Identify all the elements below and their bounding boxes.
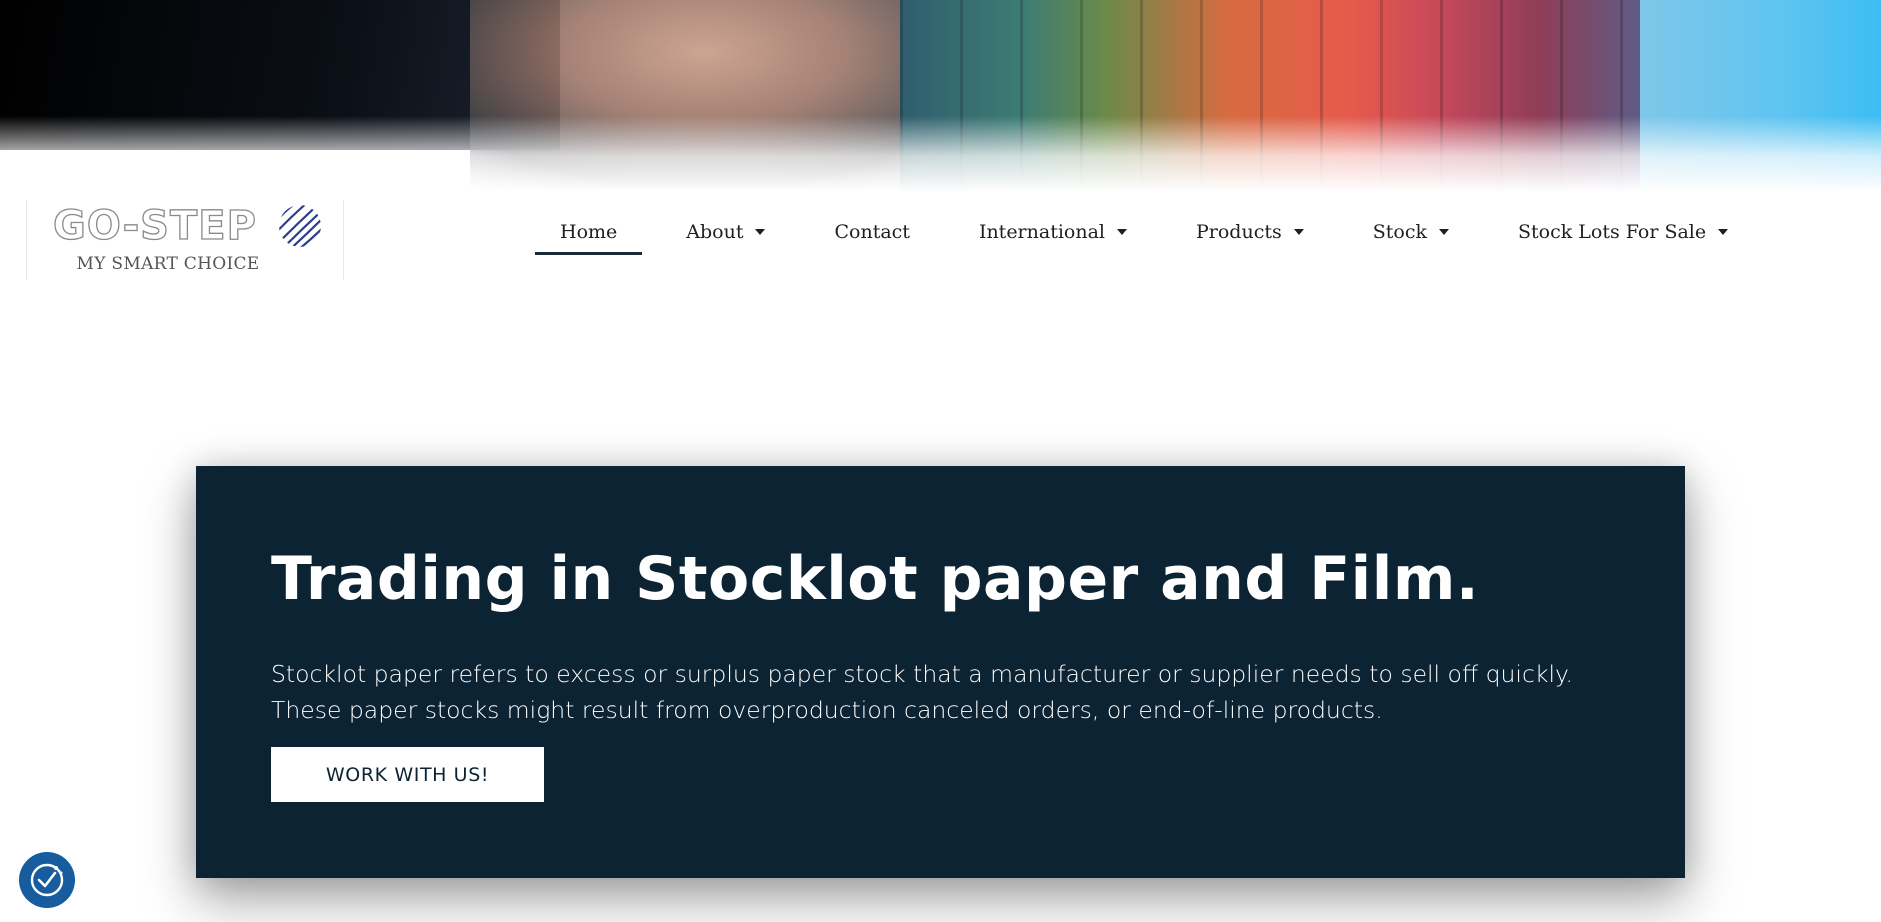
card-title: Trading in Stocklot paper and Film.	[271, 544, 1480, 614]
logo-mark: GO-STEP	[52, 202, 257, 249]
card-description-line: These paper stocks might result from ove…	[271, 696, 1383, 724]
caret-down-icon	[755, 229, 766, 235]
nav-item-label: International	[978, 221, 1105, 243]
caret-down-icon	[1438, 229, 1449, 235]
nav-item-label: Stock Lots For Sale	[1517, 221, 1707, 243]
nav-item-stock-lots-for-sale[interactable]: Stock Lots For Sale	[1493, 207, 1753, 257]
nav-item-contact[interactable]: Contact	[809, 207, 934, 257]
cookie-consent-icon	[30, 863, 64, 897]
hero-fade-overlay	[0, 0, 1881, 200]
card-description-line: Stocklot paper refers to excess or surpl…	[271, 660, 1574, 688]
nav-item-international[interactable]: International	[954, 207, 1152, 257]
nav-item-stock[interactable]: Stock	[1348, 207, 1474, 257]
nav-item-about[interactable]: About	[661, 207, 790, 257]
main-navigation: Home About Contact International Product…	[535, 207, 1753, 257]
card-description: Stocklot paper refers to excess or surpl…	[271, 656, 1611, 728]
site-logo[interactable]: GO-STEP MY SMART CHOICE	[26, 200, 344, 280]
logo-tagline: MY SMART CHOICE	[76, 254, 260, 274]
nav-item-home[interactable]: Home	[535, 207, 643, 257]
work-with-us-button[interactable]: WORK WITH US!	[271, 747, 544, 802]
caret-down-icon	[1293, 229, 1304, 235]
nav-item-label: About	[686, 221, 744, 243]
nav-item-label: Stock	[1372, 221, 1427, 243]
nav-item-label: Contact	[834, 221, 910, 243]
globe-stripes-icon	[279, 205, 321, 247]
cookie-consent-button[interactable]	[19, 852, 75, 908]
hero-banner	[0, 0, 1881, 200]
nav-item-label: Products	[1196, 221, 1282, 243]
intro-card: Trading in Stocklot paper and Film. Stoc…	[196, 466, 1685, 878]
caret-down-icon	[1718, 229, 1729, 235]
nav-item-label: Home	[560, 221, 618, 243]
nav-item-products[interactable]: Products	[1171, 207, 1329, 257]
caret-down-icon	[1117, 229, 1127, 235]
